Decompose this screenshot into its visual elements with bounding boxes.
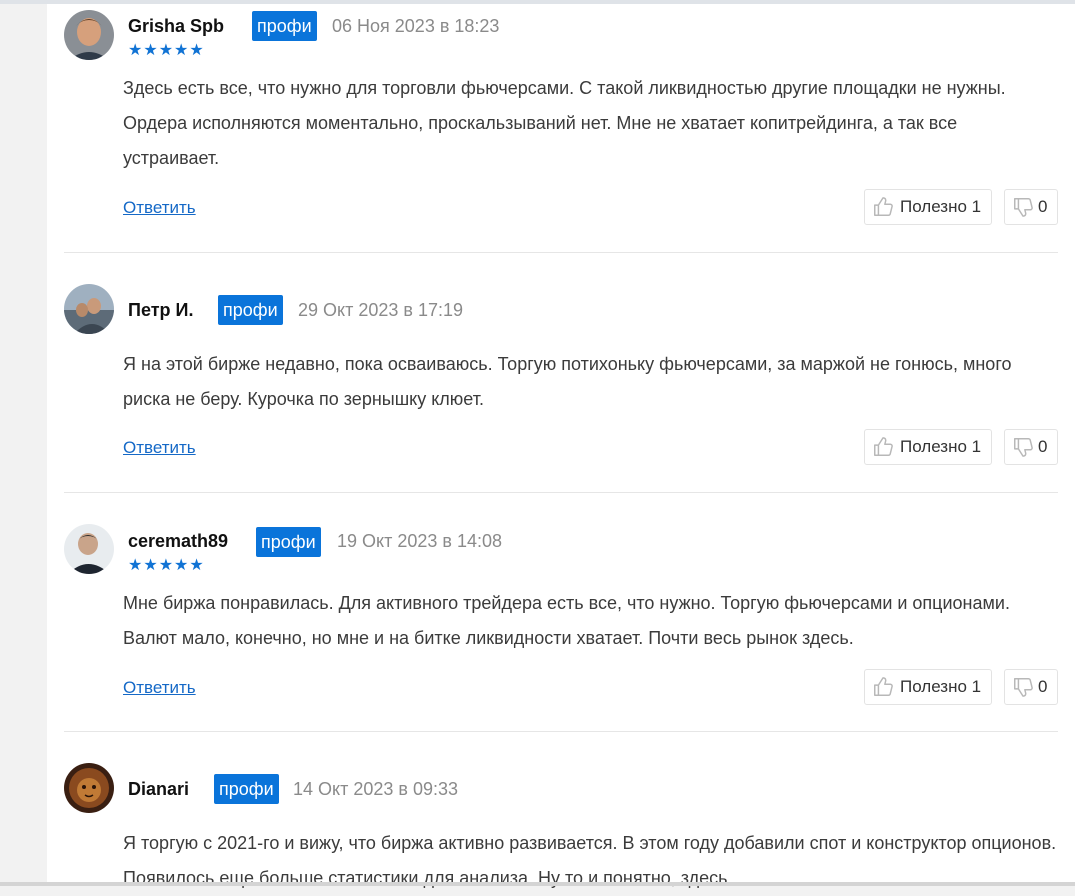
- thumbs-down-icon: [1014, 438, 1033, 457]
- status-badge: профи: [252, 11, 317, 41]
- rating-stars: ★★★★★: [128, 557, 205, 574]
- divider: [64, 252, 1058, 253]
- status-badge: профи: [214, 774, 279, 804]
- useful-button[interactable]: Полезно 1: [864, 429, 992, 465]
- review-date: 19 Окт 2023 в 14:08: [337, 531, 502, 551]
- author-name[interactable]: Grisha Spb: [128, 16, 224, 37]
- dislike-button[interactable]: 0: [1004, 429, 1058, 465]
- useful-button[interactable]: Полезно 1: [864, 189, 992, 225]
- reply-link[interactable]: Ответить: [123, 198, 196, 218]
- useful-count: 1: [971, 197, 982, 216]
- review-date: 06 Ноя 2023 в 18:23: [332, 16, 500, 36]
- useful-label: Полезно: [900, 197, 967, 216]
- avatar[interactable]: [64, 763, 114, 813]
- rating-stars: ★★★★★: [128, 42, 205, 59]
- thumbs-up-icon: [874, 677, 893, 696]
- dislike-count: 0: [1038, 677, 1048, 696]
- useful-button[interactable]: Полезно 1: [864, 669, 992, 705]
- author-name[interactable]: Петр И.: [128, 300, 193, 321]
- dislike-count: 0: [1038, 437, 1048, 456]
- avatar[interactable]: [64, 284, 114, 334]
- review-date: 14 Окт 2023 в 09:33: [293, 779, 458, 799]
- dislike-count: 0: [1038, 197, 1048, 216]
- status-badge: профи: [256, 527, 321, 557]
- avatar[interactable]: [64, 10, 114, 60]
- thumbs-down-icon: [1014, 198, 1033, 217]
- useful-label: Полезно: [900, 677, 967, 696]
- thumbs-up-icon: [874, 437, 893, 456]
- divider: [64, 731, 1058, 732]
- review-text: Здесь есть все, что нужно для торговли ф…: [123, 78, 1006, 168]
- author-name[interactable]: ceremath89: [128, 531, 228, 552]
- review-text: Я на этой бирже недавно, пока осваиваюсь…: [123, 354, 1012, 409]
- thumbs-down-icon: [1014, 678, 1033, 697]
- thumbs-up-icon: [874, 197, 893, 216]
- author-name[interactable]: Dianari: [128, 779, 189, 800]
- status-badge: профи: [218, 295, 283, 325]
- useful-label: Полезно: [900, 437, 967, 456]
- avatar[interactable]: [64, 524, 114, 574]
- dislike-button[interactable]: 0: [1004, 669, 1058, 705]
- useful-count: 1: [971, 437, 982, 456]
- bottom-border: [0, 882, 1075, 886]
- reply-link[interactable]: Ответить: [123, 678, 196, 698]
- divider: [64, 492, 1058, 493]
- reply-link[interactable]: Ответить: [123, 438, 196, 458]
- reviews-list: Grisha Spb профи 06 Ноя 2023 в 18:23 ★★★…: [47, 4, 1075, 888]
- review-text: Мне биржа понравилась. Для активного тре…: [123, 593, 1010, 648]
- review-date: 29 Окт 2023 в 17:19: [298, 300, 463, 320]
- useful-count: 1: [971, 677, 982, 696]
- dislike-button[interactable]: 0: [1004, 189, 1058, 225]
